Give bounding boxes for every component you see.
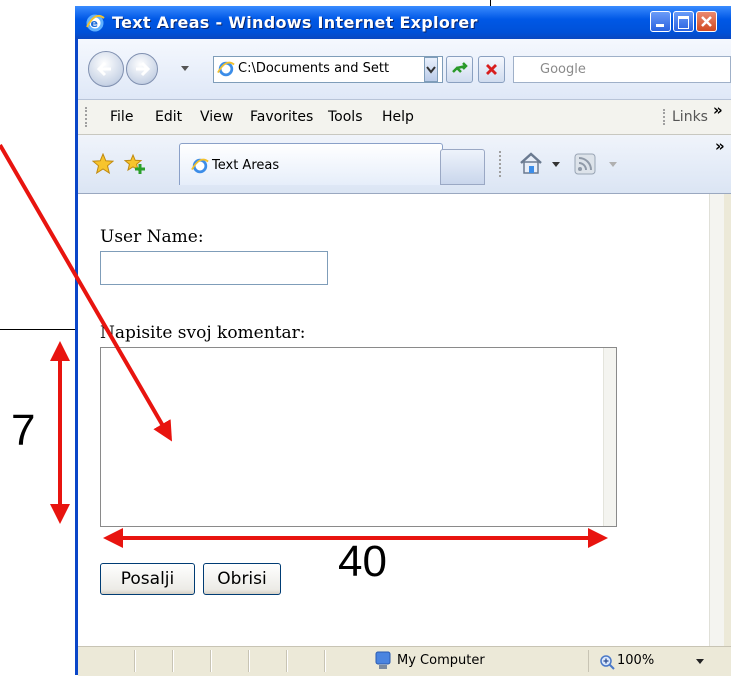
- minimize-button[interactable]: [650, 11, 671, 32]
- stop-button[interactable]: [478, 56, 505, 83]
- menu-help[interactable]: Help: [382, 109, 414, 125]
- annotation-left-horizontal-line: [0, 329, 78, 330]
- new-tab-button[interactable]: [440, 149, 485, 185]
- window-title: Text Areas - Windows Internet Explorer: [112, 13, 478, 32]
- computer-icon: [375, 651, 391, 669]
- minimize-icon: [656, 24, 664, 27]
- address-bar[interactable]: C:\Documents and Sett: [213, 56, 443, 83]
- feeds-dropdown-icon[interactable]: [608, 161, 618, 169]
- page-scrollbar[interactable]: [709, 194, 724, 646]
- back-button[interactable]: [88, 51, 124, 87]
- tab-text-areas[interactable]: Text Areas: [179, 143, 443, 185]
- address-dropdown-button[interactable]: [424, 57, 438, 82]
- tab-ie-icon: [191, 158, 209, 174]
- stop-icon: [486, 64, 497, 75]
- toolbar-grip: [85, 107, 89, 127]
- close-icon: [701, 16, 712, 27]
- links-label[interactable]: Links: [672, 109, 708, 125]
- add-favorites-icon[interactable]: [124, 153, 146, 175]
- zoom-dropdown-icon[interactable]: [695, 658, 705, 666]
- menu-view[interactable]: View: [200, 109, 233, 125]
- title-bar[interactable]: e Text Areas - Windows Internet Explorer: [75, 6, 731, 39]
- menu-favorites[interactable]: Favorites: [250, 109, 313, 125]
- tab-bar: Text Areas »: [78, 135, 731, 194]
- ie-page-icon: [217, 61, 235, 77]
- feeds-icon[interactable]: [574, 153, 596, 175]
- menu-bar: File Edit View Favorites Tools Help Link…: [78, 100, 731, 135]
- menu-file[interactable]: File: [110, 109, 133, 125]
- svg-text:e: e: [91, 17, 98, 30]
- maximize-button[interactable]: [673, 11, 694, 32]
- maximize-icon: [678, 16, 689, 29]
- tab-bar-grip: [499, 151, 501, 177]
- menu-edit[interactable]: Edit: [155, 109, 182, 125]
- submit-button[interactable]: Posalji: [100, 563, 195, 595]
- favorites-star-icon[interactable]: [92, 153, 114, 175]
- chevron-down-icon: [426, 66, 436, 74]
- tabbar-chevron-icon[interactable]: »: [715, 137, 725, 155]
- status-divider: [588, 650, 589, 672]
- comment-label: Napisite svoj komentar:: [100, 323, 306, 343]
- dropdown-icon[interactable]: [180, 65, 190, 73]
- back-icon: [96, 61, 111, 77]
- address-input[interactable]: C:\Documents and Sett: [238, 61, 389, 76]
- status-dividers: [98, 650, 358, 672]
- page-content: User Name: Napisite svoj komentar: Posal…: [78, 194, 709, 646]
- menu-tools[interactable]: Tools: [328, 109, 363, 125]
- reset-button[interactable]: Obrisi: [203, 563, 281, 595]
- ie-logo-icon: e: [86, 14, 105, 32]
- go-icon: [452, 62, 468, 73]
- comment-textarea[interactable]: [100, 347, 617, 527]
- forward-button[interactable]: [126, 53, 158, 85]
- user-name-label: User Name:: [100, 227, 204, 247]
- links-chevron-icon[interactable]: »: [713, 101, 723, 119]
- zoom-label[interactable]: 100%: [617, 653, 654, 668]
- cols-annotation-label: 40: [338, 537, 387, 586]
- user-name-input[interactable]: [100, 251, 328, 285]
- close-button[interactable]: [696, 11, 717, 32]
- zoom-icon: [600, 655, 615, 670]
- zone-label: My Computer: [397, 653, 485, 668]
- status-bar: My Computer 100%: [78, 646, 731, 676]
- forward-icon: [136, 61, 151, 77]
- go-button[interactable]: [446, 56, 473, 83]
- home-dropdown-icon[interactable]: [551, 161, 561, 169]
- rows-annotation-label: 7: [11, 406, 36, 455]
- navigation-bar: C:\Documents and Sett Google: [78, 39, 731, 100]
- home-icon[interactable]: [518, 151, 544, 175]
- links-grip: [663, 109, 665, 125]
- tab-label: Text Areas: [212, 158, 280, 173]
- search-box[interactable]: Google: [513, 56, 731, 83]
- textarea-scrollbar[interactable]: [603, 348, 616, 526]
- search-placeholder: Google: [540, 62, 586, 77]
